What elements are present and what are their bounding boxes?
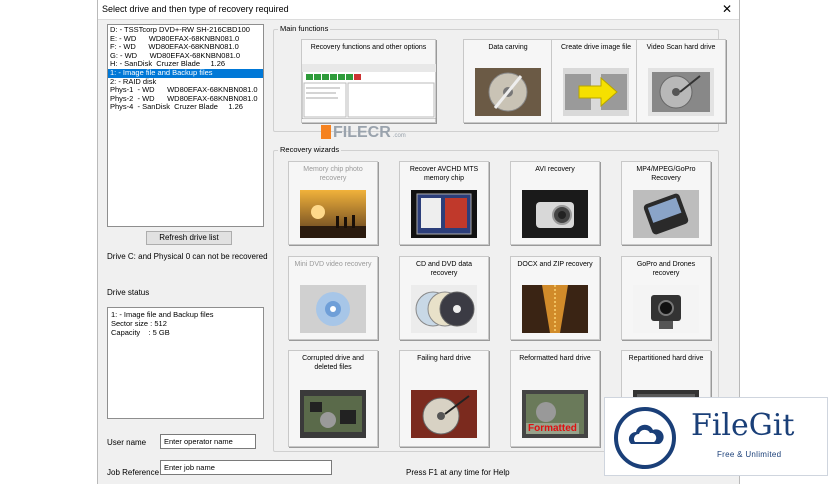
video-scan-tile[interactable]: Video Scan hard drive	[636, 39, 726, 123]
filegit-name: FileGit	[691, 408, 795, 443]
drive-image-arrow-icon	[563, 68, 629, 116]
status-line: 1: - Image file and Backup files	[111, 310, 214, 319]
tile-label: Recover AVCHD MTS memory chip	[409, 166, 479, 182]
tile-label: Corrupted drive and deleted files	[302, 355, 364, 371]
job-reference-label: Job Reference	[107, 468, 160, 477]
avchd-mts-tile[interactable]: Recover AVCHD MTS memory chip	[399, 161, 489, 245]
help-hint: Press F1 at any time for Help	[406, 468, 510, 477]
memory-chip-photo-tile: Memory chip photo recovery	[288, 161, 378, 245]
user-name-field[interactable]: Enter operator name	[160, 434, 256, 449]
recovery-wizards-title: Recovery wizards	[278, 145, 342, 154]
tile-label: DOCX and ZIP recovery	[517, 261, 593, 268]
tile-label: GoPro and Drones recovery	[636, 261, 696, 277]
drive-list-item[interactable]: G: - WD WD80EFAX-68KNBN081.0	[108, 52, 263, 61]
drive-list-item[interactable]: 1: - Image file and Backup files	[108, 68, 263, 78]
camera-icon	[522, 190, 588, 238]
zipper-icon	[522, 285, 588, 333]
tile-label: AVI recovery	[535, 166, 575, 173]
hard-drive-platter-icon	[411, 390, 477, 438]
drive-status-label: Drive status	[107, 288, 150, 297]
user-name-label: User name	[107, 438, 147, 447]
filegit-tagline: Free & Unlimited	[717, 450, 782, 459]
main-functions-title: Main functions	[278, 24, 331, 33]
mini-dvd-video-tile: Mini DVD video recovery	[288, 256, 378, 340]
drive-list[interactable]: D: - TSSTcorp DVD+-RW SH-216CBD100 E: - W…	[107, 24, 264, 227]
tile-label: Recovery functions and other options	[310, 44, 427, 51]
drive-list-item[interactable]: 2: - RAID disk	[108, 78, 263, 87]
filecr-name: FILECR	[333, 124, 391, 141]
drive-status-box: 1: - Image file and Backup files Sector …	[107, 307, 264, 419]
drive-list-item[interactable]: H: - SanDisk Cruzer Blade 1.26	[108, 60, 263, 69]
filecr-logo-icon	[321, 125, 331, 139]
tile-label: Repartitioned hard drive	[628, 355, 704, 362]
circuit-board-icon	[300, 390, 366, 438]
filecr-domain: .com	[392, 133, 406, 139]
job-reference-field[interactable]: Enter job name	[160, 460, 332, 475]
screenshot-thumbnail-icon	[301, 64, 436, 119]
docx-zip-tile[interactable]: DOCX and ZIP recovery	[510, 256, 600, 340]
phone-icon	[633, 190, 699, 238]
tile-label: Memory chip photo recovery	[303, 166, 363, 182]
title-bar: Select drive and then type of recovery r…	[98, 0, 739, 20]
hard-drive-icon	[475, 68, 541, 116]
formatted-stamp: Formatted	[526, 423, 579, 434]
drive-list-item[interactable]: Phys-2 - WD WD80EFAX-68KNBN081.0	[108, 95, 263, 104]
drive-list-item[interactable]: Phys-4 - SanDisk Cruzer Blade 1.26	[108, 103, 263, 112]
memory-card-icon	[411, 190, 477, 238]
tile-label: CD and DVD data recovery	[415, 261, 473, 277]
refresh-drive-list-button[interactable]: Refresh drive list	[146, 231, 232, 245]
data-carving-tile[interactable]: Data carving	[463, 39, 553, 123]
tile-label: Mini DVD video recovery	[294, 261, 372, 268]
formatted-drive-icon: Formatted	[522, 390, 588, 438]
action-camera-icon	[633, 285, 699, 333]
avi-recovery-tile[interactable]: AVI recovery	[510, 161, 600, 245]
mini-dvd-icon	[300, 285, 366, 333]
corrupted-drive-tile[interactable]: Corrupted drive and deleted files	[288, 350, 378, 447]
main-functions-group: Main functions Recovery functions and ot…	[273, 24, 726, 132]
tile-label: MP4/MPEG/GoPro Recovery	[636, 166, 696, 182]
gopro-drones-tile[interactable]: GoPro and Drones recovery	[621, 256, 711, 340]
sunset-photo-icon	[300, 190, 366, 238]
drive-list-item[interactable]: Phys-1 - WD WD80EFAX-68KNBN081.0	[108, 86, 263, 95]
hard-drive-open-icon	[648, 68, 714, 116]
cd-dvd-data-tile[interactable]: CD and DVD data recovery	[399, 256, 489, 340]
drive-list-item[interactable]: E: - WD WD80EFAX-68KNBN081.0	[108, 35, 263, 44]
tile-label: Video Scan hard drive	[646, 44, 716, 51]
create-drive-image-tile[interactable]: Create drive image file	[551, 39, 641, 123]
drive-list-item[interactable]: F: - WD WD80EFAX-68KNBN081.0	[108, 43, 263, 52]
filegit-badge: FileGit Free & Unlimited	[604, 397, 828, 476]
tile-label: Create drive image file	[560, 44, 632, 51]
tile-label: Reformatted hard drive	[519, 355, 591, 362]
status-line: Sector size : 512	[111, 319, 167, 328]
drive-note: Drive C: and Physical 0 can not be recov…	[107, 252, 268, 261]
mp4-mpeg-gopro-tile[interactable]: MP4/MPEG/GoPro Recovery	[621, 161, 711, 245]
reformatted-hard-drive-tile[interactable]: Reformatted hard drive Formatted	[510, 350, 600, 447]
filegit-logo-icon	[614, 407, 676, 469]
cd-dvd-icon	[411, 285, 477, 333]
status-line: Capacity : 5 GB	[111, 328, 170, 337]
filecr-watermark: FILECR .com	[321, 124, 406, 142]
window-title: Select drive and then type of recovery r…	[102, 4, 289, 14]
failing-hard-drive-tile[interactable]: Failing hard drive	[399, 350, 489, 447]
tile-label: Failing hard drive	[417, 355, 471, 362]
drive-list-item[interactable]: D: - TSSTcorp DVD+-RW SH-216CBD100	[108, 26, 263, 35]
recovery-functions-tile[interactable]: Recovery functions and other options	[301, 39, 436, 123]
tile-label: Data carving	[488, 44, 528, 51]
close-icon[interactable]: ✕	[715, 0, 739, 19]
